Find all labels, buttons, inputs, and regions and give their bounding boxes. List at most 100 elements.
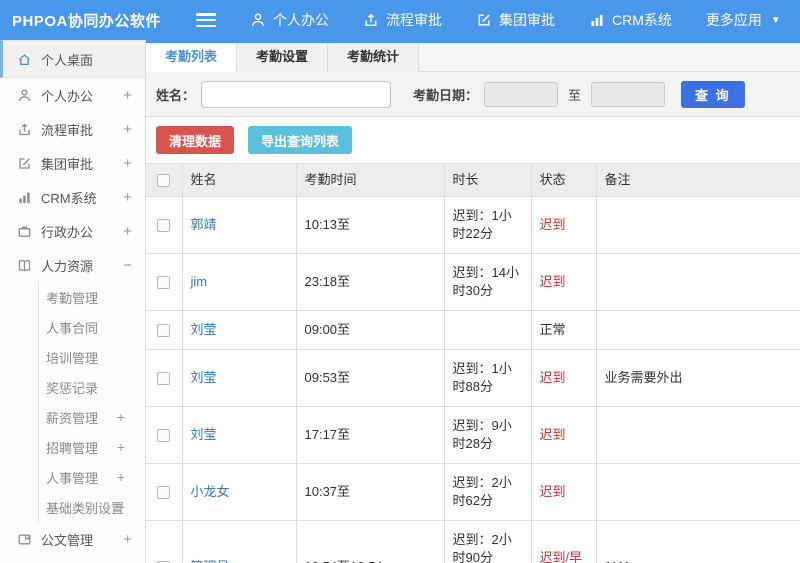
nav-label: 更多应用: [705, 12, 762, 28]
sidebar-item-vehicle-management[interactable]: 用车管理+: [0, 556, 145, 563]
row-checkbox[interactable]: [157, 486, 171, 500]
date-to-input[interactable]: [591, 81, 666, 107]
edit-icon: [19, 157, 30, 169]
expander-icon[interactable]: +: [117, 439, 125, 455]
sidebar-subitem-label: 薪资管理: [46, 410, 99, 426]
sidebar-subitem-personnel-contract[interactable]: 人事合同: [39, 312, 145, 342]
sidebar-subitem-personnel-management[interactable]: 人事管理 +: [39, 462, 145, 492]
remark: 业务需要外出: [596, 349, 800, 407]
sidebar-item-crm-system[interactable]: CRM系统 +: [0, 180, 145, 214]
employee-name-link[interactable]: 小龙女: [191, 484, 230, 499]
name-label: 姓名：: [156, 87, 196, 103]
status: 迟到: [531, 253, 597, 311]
status: 正常: [531, 310, 597, 350]
expander-icon[interactable]: +: [123, 155, 132, 172]
row-checkbox[interactable]: [157, 219, 171, 233]
duration: [444, 310, 532, 350]
duration: 迟到：9小时28分: [444, 406, 532, 464]
nav-label: 集团审批: [499, 12, 555, 28]
tab-attendance-settings[interactable]: 考勤设置: [237, 43, 329, 72]
nav-item-workflow-approval[interactable]: 流程审批: [363, 10, 442, 30]
edit-icon: [478, 14, 490, 26]
expander-icon[interactable]: +: [123, 189, 132, 206]
table-row: 管理员 10:54至10:54迟到：2小时90分早退：7小时10分迟到/早退 111…: [146, 520, 800, 563]
expander-icon[interactable]: +: [123, 531, 132, 548]
briefcase-icon: [18, 226, 31, 237]
name-input[interactable]: [201, 80, 392, 108]
remark: [596, 406, 800, 464]
row-checkbox[interactable]: [157, 372, 171, 386]
sidebar-item-personal-office[interactable]: 个人办公 +: [0, 78, 145, 112]
remark: 1111: [596, 520, 800, 563]
attendance-time: 17:17至: [296, 406, 445, 464]
select-all-checkbox[interactable]: [157, 174, 171, 188]
employee-name-link[interactable]: 刘莹: [191, 322, 217, 337]
employee-name-link[interactable]: 刘莹: [191, 370, 217, 385]
status-badge: 迟到/早退: [539, 550, 583, 563]
sidebar-item-label: CRM系统: [41, 190, 97, 206]
sidebar-subitem-base-category-settings[interactable]: 基础类别设置 +: [39, 492, 145, 522]
duration: 迟到：2小时62分: [444, 463, 532, 521]
sidebar-subitem-label: 人事管理: [46, 470, 99, 486]
sidebar-subitem-label: 招聘管理: [46, 440, 99, 456]
sidebar-item-human-resources[interactable]: 人力资源 −: [0, 248, 145, 282]
nav-item-group-approval[interactable]: 集团审批: [476, 10, 555, 30]
table-header-row: 姓名 考勤时间 时长 状态 备注: [146, 163, 800, 197]
sidebar-subitem-training-management[interactable]: 培训管理: [39, 342, 145, 372]
table-body: 郭靖 10:13至 迟到：1小时22分 迟到 jim 23:18至 迟到：14小时30分 迟到…: [146, 196, 800, 563]
date-from-input[interactable]: [484, 81, 559, 107]
attendance-time: 10:13至: [296, 196, 445, 254]
home-icon: [18, 53, 31, 65]
tab-attendance-statistics[interactable]: 考勤统计: [328, 43, 420, 72]
employee-name-link[interactable]: 郭靖: [191, 217, 217, 232]
row-checkbox[interactable]: [157, 429, 171, 443]
expander-icon[interactable]: +: [117, 469, 125, 485]
menu-icon[interactable]: [196, 13, 216, 27]
sidebar-item-label: 流程审批: [41, 122, 94, 138]
sidebar-subitem-reward-punishment-records[interactable]: 奖惩记录: [39, 372, 145, 402]
status-badge: 迟到: [539, 427, 566, 442]
status-badge: 正常: [539, 322, 566, 337]
expander-icon[interactable]: +: [117, 409, 125, 425]
nav-item-personal-office[interactable]: 个人办公: [250, 10, 329, 30]
sidebar-item-personal-desktop[interactable]: 个人桌面: [0, 40, 145, 78]
table-row: 郭靖 10:13至 迟到：1小时22分 迟到: [146, 196, 800, 254]
row-checkbox[interactable]: [157, 276, 171, 290]
tab-attendance-list[interactable]: 考勤列表: [146, 43, 238, 72]
attendance-time: 09:00至: [296, 310, 445, 350]
row-checkbox[interactable]: [157, 324, 171, 338]
tab-bar: 考勤列表 考勤设置 考勤统计: [146, 43, 800, 72]
table-row: 刘莹 09:53至 迟到：1小时88分 迟到 业务需要外出: [146, 349, 800, 407]
sidebar-subitem-salary-management[interactable]: 薪资管理 +: [39, 402, 145, 432]
table-row: 小龙女 10:37至 迟到：2小时62分 迟到: [146, 463, 800, 521]
nav-item-crm-system[interactable]: CRM系统: [589, 10, 672, 30]
expander-icon[interactable]: +: [123, 87, 132, 104]
expander-icon[interactable]: +: [117, 499, 125, 515]
column-header: 姓名: [182, 163, 297, 197]
nav-item-more-apps[interactable]: 更多应用 ▼: [706, 10, 781, 30]
sidebar-item-workflow-approval[interactable]: 流程审批 +: [0, 112, 145, 146]
sidebar-subitem-attendance-management[interactable]: 考勤管理: [39, 282, 145, 312]
query-button[interactable]: 查 询: [681, 80, 745, 108]
sidebar-item-document-management[interactable]: 公文管理 +: [0, 522, 145, 556]
expander-icon[interactable]: −: [123, 257, 132, 274]
sidebar-item-label: 集团审批: [41, 156, 94, 172]
app-title: PHPOA协同办公软件: [12, 12, 161, 30]
caret-down-icon: ▼: [770, 14, 781, 26]
employee-name-link[interactable]: jim: [191, 274, 208, 289]
user-icon: [18, 88, 31, 101]
sidebar-item-admin-office[interactable]: 行政办公 +: [0, 214, 145, 248]
sidebar-subitem-label: 奖惩记录: [46, 380, 99, 396]
attendance-table: 姓名 考勤时间 时长 状态 备注 郭靖 10:13至 迟到：1小时22分 迟到 jim 23:18…: [146, 163, 800, 563]
clean-data-button[interactable]: 清理数据: [156, 126, 235, 154]
employee-name-link[interactable]: 刘莹: [191, 427, 217, 442]
employee-name-link[interactable]: 管理员: [191, 559, 230, 563]
expander-icon[interactable]: +: [123, 121, 132, 138]
workflow-icon: [19, 123, 30, 135]
sidebar-item-group-approval[interactable]: 集团审批 +: [0, 146, 145, 180]
sidebar-item-label: 公文管理: [41, 532, 94, 548]
expander-icon[interactable]: +: [123, 223, 132, 240]
sidebar-subitem-recruitment-management[interactable]: 招聘管理 +: [39, 432, 145, 462]
status: 迟到/早退: [531, 520, 597, 563]
export-list-button[interactable]: 导出查询列表: [248, 126, 353, 154]
